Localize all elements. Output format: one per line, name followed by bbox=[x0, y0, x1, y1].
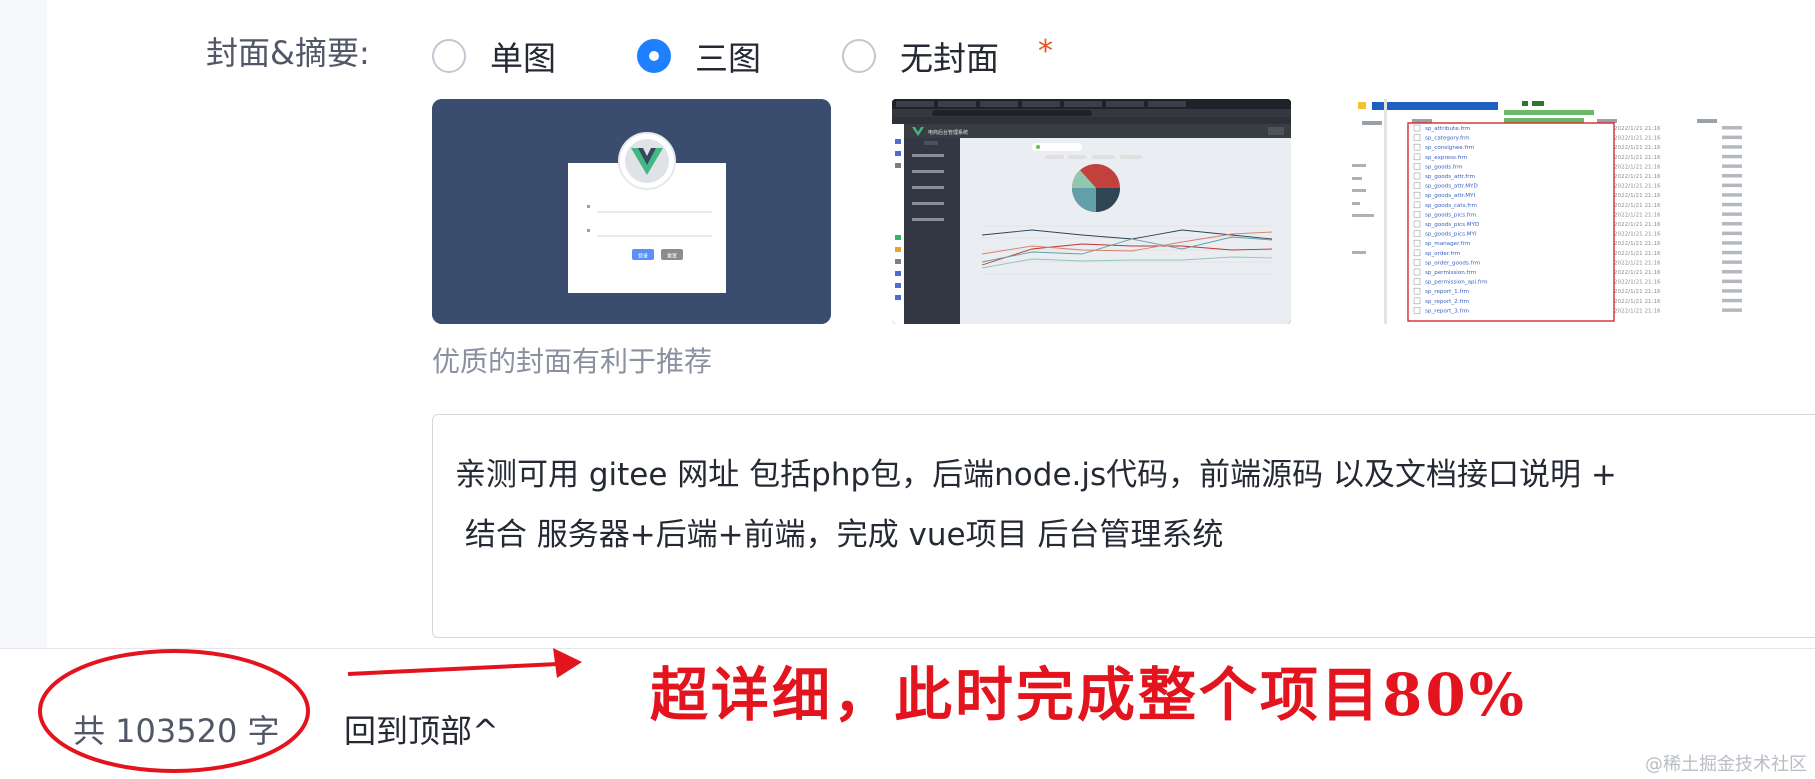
cover-thumbnail-2[interactable]: 电商后台管理系统 bbox=[892, 99, 1291, 324]
reset-button-text: 重置 bbox=[667, 253, 677, 260]
file-date: 2022/1/21 21:16 bbox=[1614, 260, 1661, 266]
highlight-ellipse bbox=[38, 649, 310, 773]
file-date: 2022/1/21 21:16 bbox=[1614, 126, 1661, 132]
file-type bbox=[1722, 279, 1742, 284]
file-date: 2022/1/21 21:16 bbox=[1614, 212, 1661, 218]
file-date: 2022/1/21 21:16 bbox=[1614, 308, 1661, 314]
radio-circle[interactable] bbox=[432, 39, 466, 73]
file-type bbox=[1722, 174, 1742, 178]
file-name: sp_attribute.frm bbox=[1425, 126, 1470, 132]
file-date: 2022/1/21 21:16 bbox=[1614, 222, 1661, 228]
file-type bbox=[1722, 260, 1742, 264]
annotation-arrow-line bbox=[347, 662, 559, 676]
radio-single-image[interactable]: 单图 bbox=[432, 32, 556, 80]
required-mark: * bbox=[1038, 34, 1053, 69]
watermark: @稀土掘金技术社区 bbox=[1645, 754, 1807, 775]
radio-no-cover[interactable]: 无封面 bbox=[842, 32, 999, 80]
radio-three-images[interactable]: 三图 bbox=[637, 32, 761, 80]
file-name: sp_goods_cats.frm bbox=[1425, 203, 1477, 209]
file-type bbox=[1722, 202, 1742, 207]
file-name: sp_report_2.frm bbox=[1425, 299, 1469, 305]
radio-circle[interactable] bbox=[842, 39, 876, 73]
file-name: sp_goods_pics.MYI bbox=[1425, 232, 1477, 238]
dashboard-screenshot-image: 电商后台管理系统 bbox=[892, 99, 1291, 324]
left-gutter bbox=[0, 0, 47, 648]
file-type bbox=[1722, 270, 1742, 274]
cover-hint: 优质的封面有利于推荐 bbox=[432, 345, 713, 378]
file-explorer-screenshot-image: sp_attribute.frm 2022/1/21 21:16 sp_catego… bbox=[1352, 99, 1751, 324]
radio-label: 单图 bbox=[490, 39, 556, 78]
file-name: sp_manager.frm bbox=[1425, 241, 1470, 247]
file-type bbox=[1722, 164, 1742, 168]
login-button-text: 登录 bbox=[638, 253, 648, 260]
file-date: 2022/1/21 21:16 bbox=[1614, 280, 1661, 286]
file-name: sp_permission_api.frm bbox=[1425, 280, 1488, 286]
file-name: sp_report_3.frm bbox=[1425, 308, 1469, 314]
file-date: 2022/1/21 21:16 bbox=[1614, 155, 1661, 161]
file-date: 2022/1/21 21:16 bbox=[1614, 241, 1661, 247]
file-date: 2022/1/21 21:16 bbox=[1614, 164, 1661, 170]
file-name: sp_goods.frm bbox=[1425, 164, 1463, 170]
file-name: sp_permission.frm bbox=[1425, 270, 1476, 276]
annotation-text: 超详细，此时完成整个项目80% bbox=[650, 661, 1527, 729]
file-name: sp_report_1.frm bbox=[1425, 289, 1469, 295]
cover-thumbnail-1[interactable]: 登录 重置 bbox=[432, 99, 831, 324]
file-date: 2022/1/21 21:16 bbox=[1614, 145, 1661, 151]
file-type bbox=[1722, 154, 1742, 159]
file-date: 2022/1/21 21:16 bbox=[1614, 289, 1661, 295]
radio-label: 三图 bbox=[695, 39, 761, 78]
abstract-textarea[interactable]: 亲测可用 gitee 网址 包括php包，后端node.js代码，前端源码 以及… bbox=[432, 414, 1815, 638]
file-date: 2022/1/21 21:16 bbox=[1614, 174, 1661, 180]
file-type bbox=[1722, 308, 1742, 312]
file-type bbox=[1722, 231, 1742, 236]
file-type bbox=[1722, 126, 1742, 130]
file-date: 2022/1/21 21:16 bbox=[1614, 251, 1661, 257]
file-type bbox=[1722, 145, 1742, 149]
file-date: 2022/1/21 21:16 bbox=[1614, 232, 1661, 238]
file-type bbox=[1722, 193, 1742, 197]
file-type bbox=[1722, 250, 1742, 255]
file-type bbox=[1722, 135, 1742, 140]
file-type bbox=[1722, 183, 1742, 188]
file-name: sp_order_goods.frm bbox=[1425, 260, 1480, 266]
dashboard-title: 电商后台管理系统 bbox=[928, 129, 968, 136]
file-date: 2022/1/21 21:16 bbox=[1614, 299, 1661, 305]
file-name: sp_order.frm bbox=[1425, 251, 1460, 257]
file-name: sp_goods_pics.frm bbox=[1425, 212, 1476, 218]
file-name: sp_goods_attr.MYI bbox=[1425, 193, 1476, 199]
file-date: 2022/1/21 21:16 bbox=[1614, 193, 1661, 199]
login-screenshot-image: 登录 重置 bbox=[432, 99, 831, 324]
file-type bbox=[1722, 212, 1742, 216]
cover-abstract-label: 封面&摘要: bbox=[206, 34, 370, 72]
file-date: 2022/1/21 21:16 bbox=[1614, 270, 1661, 276]
file-type bbox=[1722, 289, 1742, 293]
file-date: 2022/1/21 21:16 bbox=[1614, 203, 1661, 209]
cover-thumbnail-3[interactable]: sp_attribute.frm 2022/1/21 21:16 sp_catego… bbox=[1352, 99, 1751, 324]
abstract-text[interactable]: 亲测可用 gitee 网址 包括php包，后端node.js代码，前端源码 以及… bbox=[455, 445, 1745, 565]
file-type bbox=[1722, 298, 1742, 303]
file-type bbox=[1722, 241, 1742, 245]
file-type bbox=[1722, 222, 1742, 226]
file-name: sp_goods_pics.MYD bbox=[1425, 222, 1479, 228]
file-name: sp_express.frm bbox=[1425, 155, 1467, 161]
file-date: 2022/1/21 21:16 bbox=[1614, 136, 1661, 142]
file-date: 2022/1/21 21:16 bbox=[1614, 184, 1661, 190]
file-name: sp_goods_attr.MYD bbox=[1425, 184, 1478, 190]
annotation-arrow-head bbox=[553, 648, 582, 678]
file-name: sp_goods_attr.frm bbox=[1425, 174, 1475, 180]
radio-circle[interactable] bbox=[637, 39, 671, 73]
radio-label: 无封面 bbox=[900, 39, 999, 78]
file-name: sp_category.frm bbox=[1425, 136, 1470, 142]
file-name: sp_consignee.frm bbox=[1425, 145, 1474, 151]
